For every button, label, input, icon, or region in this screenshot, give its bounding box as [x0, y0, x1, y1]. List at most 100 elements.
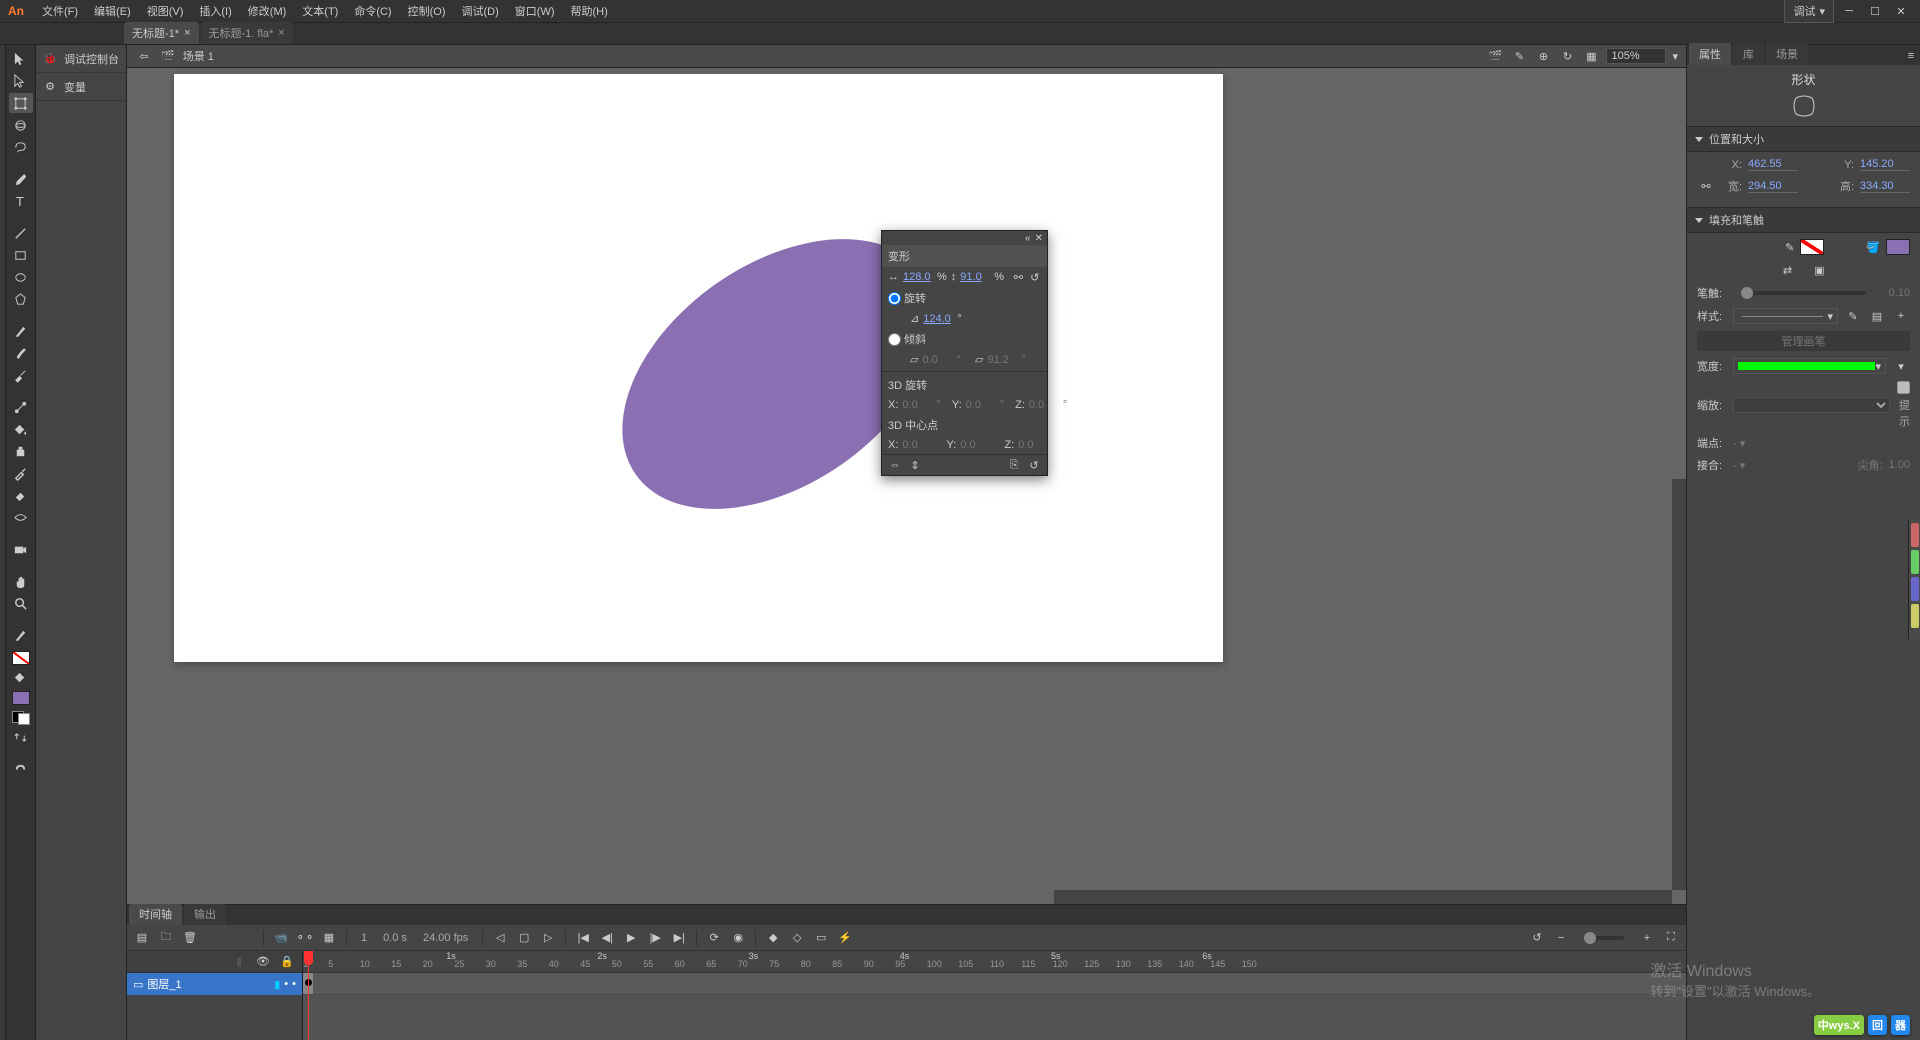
panel-close-icon[interactable]: ✕	[1035, 233, 1043, 244]
clip-stage-icon[interactable]: ▦	[1582, 47, 1600, 65]
delete-layer-button[interactable]: 🗑	[181, 929, 199, 947]
stage-canvas[interactable]	[174, 74, 1223, 662]
duplicate-transform-icon[interactable]: ⎘	[1007, 458, 1021, 472]
minimize-button[interactable]: ─	[1838, 2, 1860, 20]
zoom-level-input[interactable]	[1606, 48, 1666, 64]
hinting-checkbox[interactable]: 提示	[1896, 381, 1910, 429]
link-constrain-icon[interactable]: ⚯	[1012, 270, 1024, 284]
link-dimensions-icon[interactable]: ⚯	[1697, 177, 1715, 195]
workspace-preset-dropdown[interactable]: 调试 ▾	[1784, 0, 1834, 23]
clip-icon[interactable]: 🎬	[1486, 47, 1504, 65]
flip-horizontal-icon[interactable]: ⇔	[888, 458, 902, 472]
play-button[interactable]: ▶	[622, 929, 640, 947]
menu-window[interactable]: 窗口(W)	[507, 0, 563, 23]
menu-debug[interactable]: 调试(D)	[454, 0, 507, 23]
goto-first-button[interactable]: |◀	[574, 929, 592, 947]
selection-tool[interactable]	[9, 49, 33, 69]
width-profile-dropdown[interactable]: ▾	[1733, 358, 1886, 374]
subselection-tool[interactable]	[9, 71, 33, 91]
next-frame-button[interactable]: ▷	[539, 929, 557, 947]
3d-rotation-tool[interactable]	[9, 115, 33, 135]
prev-frame-button[interactable]: ◁	[491, 929, 509, 947]
menu-modify[interactable]: 修改(M)	[240, 0, 295, 23]
layer-depth-button[interactable]: ▦	[320, 929, 338, 947]
stroke-style-dropdown[interactable]: ▾	[1733, 308, 1838, 324]
document-tab-active[interactable]: 无标题-1* ×	[124, 22, 199, 44]
hand-tool[interactable]	[9, 571, 33, 591]
manage-brushes-button[interactable]: 管理画笔	[1697, 331, 1910, 351]
transform-height-pct[interactable]: 91.0	[960, 271, 990, 283]
tab-scene[interactable]: 场景	[1766, 43, 1808, 65]
chevron-down-icon[interactable]: ▾	[1672, 50, 1678, 63]
eraser-tool[interactable]	[9, 485, 33, 505]
fill-color-swatch[interactable]	[12, 691, 30, 705]
height-input[interactable]: 334.30	[1860, 180, 1910, 193]
menu-file[interactable]: 文件(F)	[34, 0, 86, 23]
stroke-color-swatch[interactable]	[12, 651, 30, 665]
edit-scene-icon[interactable]: ✎	[1510, 47, 1528, 65]
visibility-icon[interactable]: 👁	[254, 953, 272, 971]
menu-text[interactable]: 文本(T)	[294, 0, 346, 23]
stroke-weight-value[interactable]: 0.10	[1880, 287, 1910, 299]
layer-parent-button[interactable]: ⚬⚬	[296, 929, 314, 947]
free-transform-tool[interactable]	[9, 93, 33, 113]
menu-control[interactable]: 控制(O)	[400, 0, 454, 23]
playhead[interactable]	[308, 951, 309, 1040]
reset-icon[interactable]: ↺	[1029, 270, 1041, 284]
vertical-scrollbar[interactable]	[1672, 68, 1686, 890]
lasso-tool[interactable]	[9, 137, 33, 157]
menu-help[interactable]: 帮助(H)	[563, 0, 616, 23]
tab-properties[interactable]: 属性	[1689, 43, 1731, 65]
scrollbar-thumb[interactable]	[1672, 68, 1686, 479]
visibility-dot[interactable]: •	[284, 978, 288, 990]
x-position-input[interactable]: 462.55	[1748, 158, 1798, 171]
variables-item[interactable]: ⚙ 变量	[36, 73, 126, 101]
rotate-radio[interactable]: 旋转	[888, 290, 926, 306]
object-drawing-icon[interactable]: ▣	[1811, 261, 1829, 279]
transform-panel[interactable]: « ✕ 变形 ↔ 128.0% ↕ 91.0% ⚯ ↺ 旋转 ⊿	[881, 230, 1048, 476]
maximize-button[interactable]: ☐	[1864, 2, 1886, 20]
goto-last-button[interactable]: ▶|	[670, 929, 688, 947]
auto-keyframe-button[interactable]: ⚡	[836, 929, 854, 947]
pen-tool[interactable]	[9, 169, 33, 189]
menu-insert[interactable]: 插入(I)	[191, 0, 239, 23]
insert-frame-button[interactable]: ▭	[812, 929, 830, 947]
step-forward-button[interactable]: |▶	[646, 929, 664, 947]
loop-button[interactable]: ⟳	[705, 929, 723, 947]
menu-edit[interactable]: 编辑(E)	[86, 0, 139, 23]
close-button[interactable]: ✕	[1890, 2, 1912, 20]
reset-transform-icon[interactable]: ↺	[1027, 458, 1041, 472]
miter-value[interactable]: 1.00	[1889, 459, 1910, 471]
swap-colors-button[interactable]	[9, 727, 33, 747]
add-style-icon[interactable]: +	[1892, 307, 1910, 325]
stroke-color-swatch[interactable]	[1800, 239, 1824, 255]
edit-stroke-icon[interactable]: ✎	[1844, 307, 1862, 325]
new-layer-button[interactable]: ▤	[133, 929, 151, 947]
fps-value[interactable]: 24.00 fps	[417, 932, 474, 944]
eyedropper-tool[interactable]	[9, 463, 33, 483]
center-stage-icon[interactable]: ⊕	[1534, 47, 1552, 65]
layer-name[interactable]: 图层_1	[147, 976, 181, 992]
width-input[interactable]: 294.50	[1748, 180, 1798, 193]
bone-tool[interactable]	[9, 397, 33, 417]
panel-menu-icon[interactable]: ≡	[1902, 47, 1920, 65]
position-size-group-header[interactable]: 位置和大小	[1687, 126, 1920, 152]
timeline-track[interactable]	[303, 973, 1686, 995]
close-icon[interactable]: ×	[184, 27, 190, 39]
rectangle-tool[interactable]	[9, 245, 33, 265]
swap-colors-icon[interactable]: ⇄	[1779, 261, 1797, 279]
panel-collapse-icon[interactable]: «	[1025, 233, 1031, 244]
rotate-angle-value[interactable]: 124.0	[923, 313, 953, 325]
snap-to-object-button[interactable]	[9, 759, 33, 779]
layer-row[interactable]: ▭ 图层_1 ▮ • •	[127, 973, 302, 995]
width-tool[interactable]	[9, 507, 33, 527]
lock-dot[interactable]: •	[292, 978, 296, 990]
width-options-icon[interactable]: ▾	[1892, 357, 1910, 375]
new-folder-button[interactable]: 🗀	[157, 929, 175, 947]
highlight-dot[interactable]: ▮	[274, 978, 280, 991]
zoom-tool[interactable]	[9, 593, 33, 613]
scene-label[interactable]: 场景 1	[183, 48, 214, 64]
transform-width-pct[interactable]: 128.0	[903, 271, 933, 283]
timeline-ruler[interactable]: 1510152025303540455055606570758085909510…	[303, 951, 1686, 973]
default-colors-button[interactable]	[12, 711, 30, 725]
